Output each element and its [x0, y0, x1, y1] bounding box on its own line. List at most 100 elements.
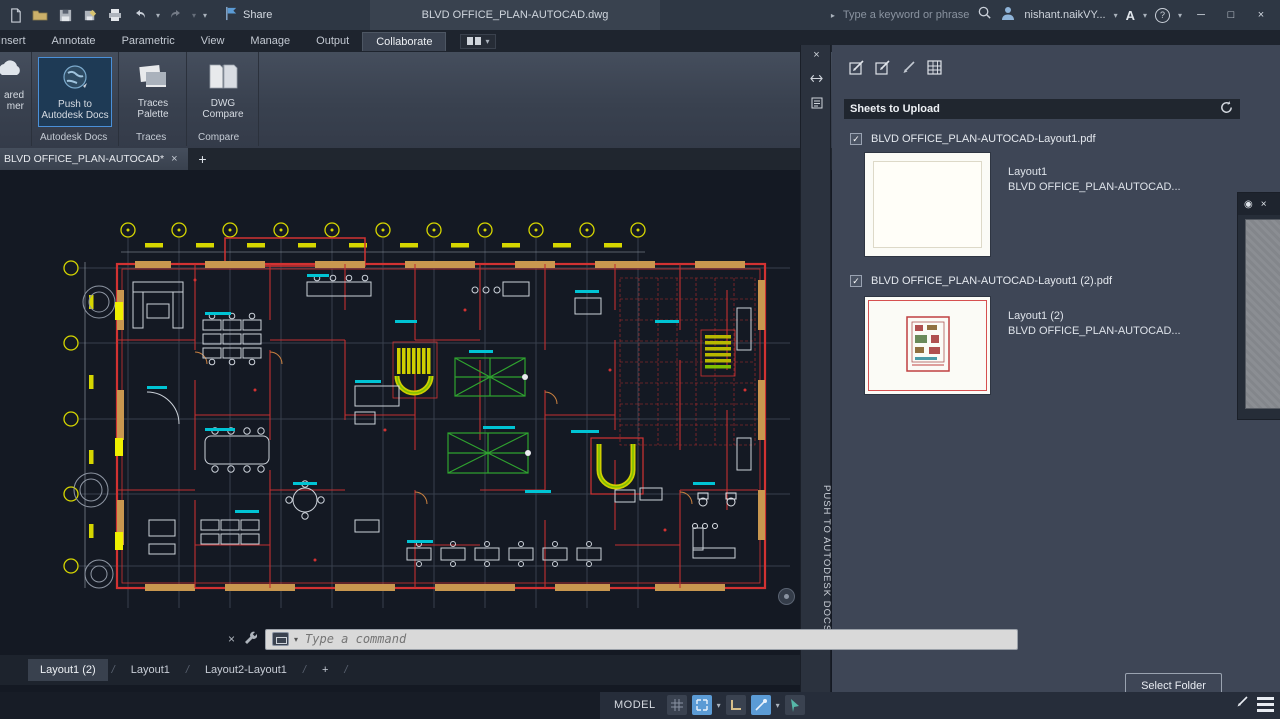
pen-icon[interactable]: [900, 59, 917, 81]
clipped-share-button[interactable]: ared mer: [0, 57, 26, 127]
autodesk-docs-icon: [59, 60, 91, 96]
tab-output[interactable]: Output: [303, 32, 362, 50]
share-icon: [224, 6, 239, 24]
save-icon[interactable]: [56, 6, 74, 24]
snap-mode-icon[interactable]: [692, 695, 712, 715]
search-input[interactable]: Type a keyword or phrase: [843, 9, 970, 21]
drawing-tab-close-icon[interactable]: ×: [171, 153, 177, 165]
panel-name-autodesk-docs[interactable]: Autodesk Docs: [40, 132, 107, 143]
sheet-row-2[interactable]: ✓ BLVD OFFICE_PLAN-AUTOCAD-Layout1 (2).p…: [850, 275, 1112, 287]
title-bar: ▾ ▾ ▾ Share BLVD OFFICE_PLAN-AUTOCAD.dwg…: [0, 0, 1280, 30]
mini-palette-close-icon[interactable]: ×: [1261, 199, 1267, 210]
drawing-tab-active[interactable]: BLVD OFFICE_PLAN-AUTOCAD* ×: [0, 148, 188, 170]
user-name[interactable]: nishant.naikVY...: [1024, 9, 1105, 21]
user-avatar-icon[interactable]: [1000, 5, 1016, 26]
redo-caret-icon[interactable]: ▾: [192, 11, 196, 20]
sheet-2-thumbnail[interactable]: [865, 297, 990, 394]
edit-sheet-icon[interactable]: [848, 59, 865, 81]
osnap-cursor-icon[interactable]: [785, 695, 805, 715]
minimize-button[interactable]: ─: [1190, 9, 1212, 21]
traces-palette-button[interactable]: Traces Palette: [124, 57, 182, 127]
tab-insert[interactable]: Insert: [0, 32, 39, 50]
tab-annotate[interactable]: Annotate: [39, 32, 109, 50]
sheet-1-drawing-name: BLVD OFFICE_PLAN-AUTOCAD...: [1008, 180, 1181, 195]
layout-tab-layout2-layout1[interactable]: Layout2-Layout1: [193, 659, 299, 681]
sheet-2-checkbox[interactable]: ✓: [850, 275, 862, 287]
status-toggle-cluster: MODEL ▾ ▾: [608, 695, 805, 715]
plot-icon[interactable]: [106, 6, 124, 24]
sheet-1-layout-name: Layout1: [1008, 165, 1181, 180]
app-store-icon[interactable]: A: [1126, 8, 1135, 23]
help-icon[interactable]: ?: [1155, 8, 1170, 23]
ribbon-display-caret-icon: ▾: [485, 37, 489, 46]
tab-parametric[interactable]: Parametric: [109, 32, 188, 50]
docs-panel-toolbar: [848, 59, 943, 81]
panel-name-traces[interactable]: Traces: [136, 132, 166, 143]
qat-customize-caret-icon[interactable]: ▾: [203, 11, 207, 20]
ortho-mode-icon[interactable]: [726, 695, 746, 715]
refresh-icon[interactable]: [1219, 100, 1234, 118]
share-button[interactable]: Share: [224, 6, 272, 24]
open-file-icon[interactable]: [31, 6, 49, 24]
redo-icon[interactable]: [167, 6, 185, 24]
edit-sheet-alt-icon[interactable]: [874, 59, 891, 81]
panel-name-compare[interactable]: Compare: [198, 132, 239, 143]
command-input[interactable]: [303, 631, 1011, 647]
polar-tracking-icon[interactable]: [751, 695, 771, 715]
document-title: BLVD OFFICE_PLAN-AUTOCAD.dwg: [370, 0, 660, 30]
palette-close-icon[interactable]: ×: [801, 49, 832, 61]
layout-separator: /: [340, 664, 351, 676]
sheet-row-1[interactable]: ✓ BLVD OFFICE_PLAN-AUTOCAD-Layout1.pdf: [850, 133, 1096, 145]
ribbon-display-toggle[interactable]: ▾: [460, 34, 496, 49]
palette-autohide-icon[interactable]: [801, 73, 832, 87]
sheet-2-filename: BLVD OFFICE_PLAN-AUTOCAD-Layout1 (2).pdf: [871, 275, 1112, 287]
tab-manage[interactable]: Manage: [237, 32, 303, 50]
mini-palette-target-icon[interactable]: ◉: [1244, 199, 1253, 210]
command-close-icon[interactable]: ×: [228, 632, 235, 646]
sheet-2-label: Layout1 (2) BLVD OFFICE_PLAN-AUTOCAD...: [1008, 309, 1181, 339]
mini-palette: ◉ ×: [1237, 192, 1280, 420]
grid-display-icon[interactable]: [667, 695, 687, 715]
undo-caret-icon[interactable]: ▾: [156, 11, 160, 20]
search-type-caret-icon[interactable]: ▸: [831, 11, 835, 20]
sheet-1-checkbox[interactable]: ✓: [850, 133, 862, 145]
customize-wrench-icon[interactable]: [243, 630, 257, 649]
command-input-field[interactable]: ▾: [265, 629, 1018, 650]
dwg-compare-button[interactable]: DWG Compare: [192, 57, 254, 127]
help-caret-icon[interactable]: ▾: [1178, 11, 1182, 20]
push-to-autodesk-docs-button[interactable]: Push to Autodesk Docs: [38, 57, 112, 127]
app-store-caret-icon[interactable]: ▾: [1143, 11, 1147, 20]
tab-view[interactable]: View: [188, 32, 238, 50]
snap-caret-icon[interactable]: ▾: [717, 701, 721, 710]
command-icon[interactable]: [272, 632, 289, 646]
new-drawing-tab-button[interactable]: +: [188, 148, 218, 170]
model-space-button[interactable]: MODEL: [608, 696, 662, 714]
isolate-objects-icon[interactable]: [1235, 695, 1249, 714]
user-menu-caret-icon[interactable]: ▾: [1114, 11, 1118, 20]
restore-button[interactable]: □: [1220, 9, 1242, 21]
command-bar: × ▾: [228, 627, 1018, 651]
drawing-canvas[interactable]: [0, 170, 800, 692]
navigation-badge-icon[interactable]: [778, 588, 795, 605]
palette-properties-icon[interactable]: [801, 97, 832, 112]
mini-palette-preview: [1245, 219, 1280, 409]
command-caret-icon[interactable]: ▾: [294, 635, 298, 644]
close-button[interactable]: ×: [1250, 9, 1272, 21]
polar-caret-icon[interactable]: ▾: [776, 701, 780, 710]
customization-menu-icon[interactable]: [1257, 697, 1274, 712]
sheet-2-mini-plan: [903, 313, 953, 375]
layout-tab-layout1-2[interactable]: Layout1 (2): [28, 659, 108, 681]
sheet-1-thumbnail[interactable]: [865, 153, 990, 256]
save-as-icon[interactable]: [81, 6, 99, 24]
palette-vertical-title[interactable]: PUSH TO AUTODESK DOCS: [801, 485, 832, 632]
layout-tab-layout1[interactable]: Layout1: [119, 659, 182, 681]
tab-collaborate[interactable]: Collaborate: [362, 32, 446, 51]
new-file-icon[interactable]: [6, 6, 24, 24]
layout-tab-bar: Layout1 (2) / Layout1 / Layout2-Layout1 …: [0, 655, 800, 685]
sheet-list-icon[interactable]: [926, 59, 943, 81]
traces-icon: [136, 59, 170, 95]
search-icon[interactable]: [977, 5, 992, 25]
undo-icon[interactable]: [131, 6, 149, 24]
new-layout-button[interactable]: +: [310, 659, 340, 681]
sheet-1-filename: BLVD OFFICE_PLAN-AUTOCAD-Layout1.pdf: [871, 133, 1096, 145]
